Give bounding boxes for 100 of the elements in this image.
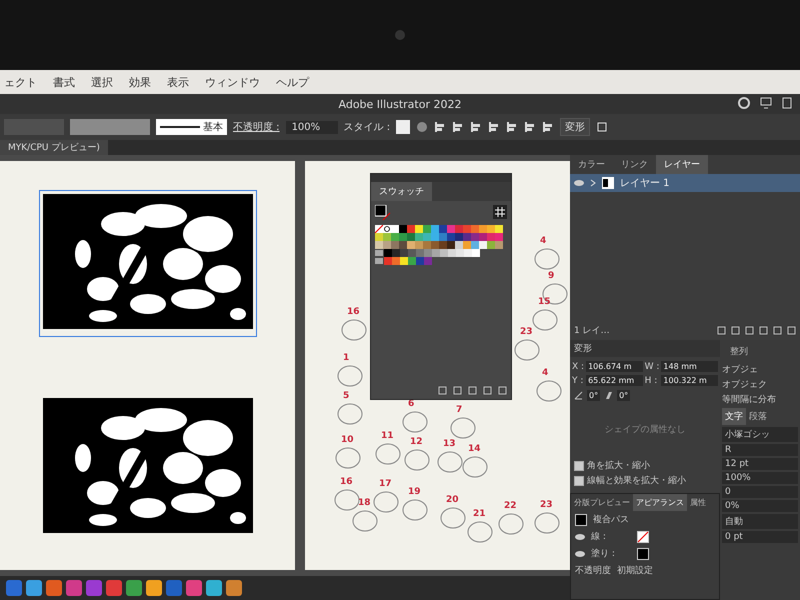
color-swatch[interactable] [471,225,479,233]
panel-tab[interactable]: 段落 [746,408,770,425]
color-swatch[interactable] [391,241,399,249]
align-icon[interactable] [542,121,554,133]
font-field[interactable]: 小塚ゴシッ [722,427,798,442]
color-swatch[interactable] [392,257,400,265]
color-swatch[interactable] [423,225,431,233]
type-setting-field[interactable]: 0 [722,486,798,498]
align-icon[interactable] [488,121,500,133]
type-setting-field[interactable]: 自動 [722,514,798,529]
color-swatch[interactable] [447,233,455,241]
color-swatch[interactable] [391,233,399,241]
color-swatch[interactable] [472,249,480,257]
panel-tab[interactable]: 文字 [722,408,746,425]
checkbox[interactable] [574,476,584,486]
color-swatch[interactable] [415,225,423,233]
color-swatch[interactable] [407,225,415,233]
color-swatch[interactable] [495,225,503,233]
color-swatch[interactable] [399,225,407,233]
monitor-icon[interactable] [760,97,772,109]
app-icon[interactable] [86,580,102,596]
align-icon[interactable] [524,121,536,133]
color-swatch[interactable] [375,233,383,241]
menu-item[interactable]: 効果 [129,74,151,90]
color-swatch[interactable] [448,249,456,257]
color-swatch[interactable] [487,225,495,233]
fill-stroke-icon[interactable] [375,205,391,221]
color-swatch[interactable] [392,249,400,257]
color-swatch[interactable] [439,233,447,241]
panel-tab[interactable]: 属性 [687,494,709,511]
eye-icon[interactable] [574,180,584,186]
color-swatch[interactable] [423,241,431,249]
app-icon[interactable] [66,580,82,596]
color-swatch[interactable] [463,225,471,233]
panel-tab[interactable]: リンク [613,155,656,174]
style-swatch[interactable] [396,120,410,134]
color-swatch[interactable] [479,233,487,241]
color-swatch[interactable] [407,241,415,249]
color-swatch[interactable] [447,225,455,233]
color-swatch[interactable] [479,225,487,233]
color-swatch[interactable] [439,241,447,249]
panel-tab[interactable]: アピアランス [633,494,687,511]
grid-view-icon[interactable] [493,205,507,219]
type-setting-field[interactable]: 12 pt [722,458,798,470]
color-swatch[interactable] [456,249,464,257]
color-swatch[interactable] [495,233,503,241]
document-icon[interactable] [782,97,792,109]
app-icon[interactable] [26,580,42,596]
color-swatch[interactable] [463,233,471,241]
menu-item[interactable]: ウィンドウ [205,74,260,90]
align-icon[interactable] [452,121,464,133]
panel-tab[interactable]: スウォッチ [371,182,432,201]
type-setting-field[interactable]: 100% [722,472,798,484]
color-swatch[interactable] [399,233,407,241]
checkbox[interactable] [574,460,584,470]
dimension-field[interactable]: 106.674 m [586,361,643,372]
color-swatch[interactable] [391,225,399,233]
color-swatch[interactable] [447,241,455,249]
color-swatch[interactable] [383,233,391,241]
color-swatch[interactable] [408,257,416,265]
panel-tab[interactable]: カラー [570,155,613,174]
color-swatch[interactable] [431,233,439,241]
app-icon[interactable] [146,580,162,596]
color-swatch[interactable] [424,249,432,257]
color-swatch[interactable] [400,257,408,265]
color-swatch[interactable] [455,241,463,249]
color-swatch[interactable] [431,241,439,249]
color-swatch[interactable] [431,225,439,233]
color-swatch[interactable] [399,241,407,249]
color-swatch[interactable] [415,241,423,249]
transform-button[interactable]: 変形 [560,118,590,136]
type-setting-field[interactable]: 0 pt [722,531,798,543]
layer-row[interactable]: レイヤー 1 [570,174,800,192]
color-swatch[interactable] [439,225,447,233]
menu-item[interactable]: 表示 [167,74,189,90]
color-swatch[interactable] [432,249,440,257]
globe-icon[interactable] [416,121,428,133]
angle-field[interactable]: 0° [617,390,630,401]
color-swatch[interactable] [487,233,495,241]
panel-tab[interactable]: 整列 [722,342,798,361]
align-icon[interactable] [434,121,446,133]
isolate-icon[interactable] [596,121,608,133]
color-swatch[interactable] [416,257,424,265]
menu-item[interactable]: ヘルプ [276,74,309,90]
color-swatch[interactable] [471,241,479,249]
color-swatch[interactable] [471,233,479,241]
color-swatch[interactable] [464,249,472,257]
chevron-icon[interactable] [590,179,596,187]
stroke-none-swatch[interactable] [637,530,649,542]
menu-item[interactable]: 選択 [91,74,113,90]
color-swatch[interactable] [384,257,392,265]
color-swatch[interactable] [408,249,416,257]
color-swatch[interactable] [463,241,471,249]
color-swatch[interactable] [440,249,448,257]
panel-tab[interactable]: レイヤー [656,155,708,174]
app-icon[interactable] [186,580,202,596]
color-swatch[interactable] [487,241,495,249]
menu-item[interactable]: ェクト [4,74,37,90]
angle-field[interactable]: 0° [587,390,600,401]
eye-icon[interactable] [575,550,585,556]
